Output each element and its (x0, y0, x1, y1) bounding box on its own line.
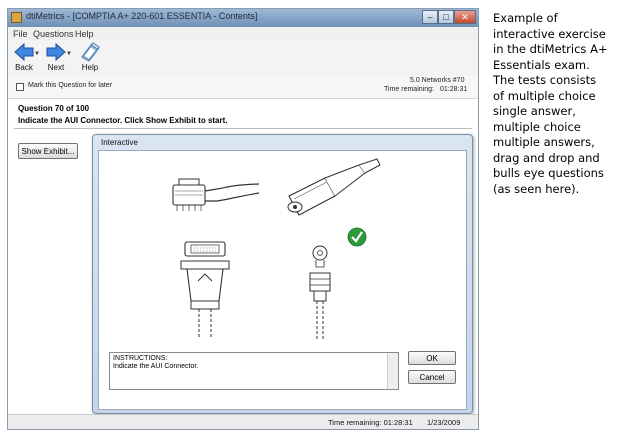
checkmark-icon (347, 227, 367, 247)
next-arrow-icon (46, 42, 66, 62)
close-button[interactable]: ✕ (454, 10, 476, 24)
question-info-bar: Mark this Question for later 5.0 Network… (8, 76, 478, 98)
question-text: Indicate the AUI Connector. Click Show E… (18, 116, 228, 125)
instructions-heading: INSTRUCTIONS: (113, 355, 168, 362)
title-bar[interactable]: dtiMetrics - [COMPTIA A+ 220-601 ESSENTI… (8, 9, 478, 27)
caption-line: (as seen here). (493, 181, 580, 196)
back-label: Back (15, 63, 33, 72)
menu-file[interactable]: File (13, 29, 28, 39)
caption-line: multiple choice (493, 119, 581, 134)
bnc-connector[interactable] (309, 245, 331, 339)
caption-line: Essentials exam. (493, 57, 590, 72)
rj45-connector[interactable] (172, 178, 260, 211)
app-icon (11, 12, 22, 23)
time-remaining-value: 01:28:31 (440, 86, 468, 93)
section-label: 5.0 Networks #70 (410, 77, 465, 84)
caption: Example of interactive exercise in the d… (493, 11, 633, 197)
fiber-connector[interactable] (287, 158, 381, 216)
time-remaining-label: Time remaining: (384, 86, 434, 93)
help-book-icon (81, 42, 100, 62)
menu-bar: File Questions Help (8, 27, 478, 40)
status-date: 1/23/2009 (427, 418, 461, 427)
caption-line: in the dtiMetrics A+ (493, 42, 608, 56)
maximize-button[interactable]: □ (438, 10, 454, 24)
cancel-button[interactable]: Cancel (408, 370, 456, 384)
back-dropdown-icon[interactable]: ▼ (34, 51, 40, 57)
aui-connector[interactable] (180, 241, 230, 339)
instructions-scrollbar[interactable] (387, 353, 398, 389)
caption-line: interactive exercise (493, 26, 606, 41)
back-button[interactable]: Back ▼ (9, 42, 40, 72)
question-header: Question 70 of 100 (18, 104, 90, 113)
interactive-dialog: Interactive INSTRUCTIONS: Indicate the A… (92, 134, 473, 414)
mark-question-checkbox[interactable] (16, 83, 24, 91)
status-bar: Time remaining: 01:28:31 1/23/2009 (8, 414, 478, 429)
next-button[interactable]: Next ▼ (41, 42, 72, 72)
caption-line: The tests consists (493, 73, 597, 87)
menu-questions[interactable]: Questions (33, 29, 74, 39)
caption-line: single answer, (493, 104, 576, 118)
exhibit-canvas: INSTRUCTIONS: Indicate the AUI Connector… (98, 150, 467, 410)
ok-button[interactable]: OK (408, 351, 456, 365)
show-exhibit-button[interactable]: Show Exhibit... (18, 143, 78, 159)
caption-line: Example of (493, 11, 558, 25)
toolbar: Back ▼ Next ▼ Help (8, 40, 478, 77)
caption-line: drag and drop and (493, 150, 600, 165)
menu-help[interactable]: Help (75, 29, 94, 39)
app-window: dtiMetrics - [COMPTIA A+ 220-601 ESSENTI… (7, 8, 479, 430)
instructions-box: INSTRUCTIONS: Indicate the AUI Connector… (109, 352, 399, 390)
minimize-button[interactable]: – (422, 10, 438, 24)
back-arrow-icon (14, 42, 34, 62)
dialog-title: Interactive (101, 138, 138, 147)
help-button[interactable]: Help (75, 42, 105, 72)
instructions-text: Indicate the AUI Connector. (113, 363, 199, 370)
caption-line: of multiple choice (493, 88, 596, 103)
window-title: dtiMetrics - [COMPTIA A+ 220-601 ESSENTI… (26, 11, 258, 21)
divider (14, 128, 472, 129)
next-dropdown-icon[interactable]: ▼ (66, 51, 72, 57)
caption-line: bulls eye questions (493, 166, 604, 180)
mark-question-label[interactable]: Mark this Question for later (28, 82, 112, 89)
help-label: Help (81, 63, 99, 72)
next-label: Next (47, 63, 65, 72)
caption-line: multiple answers, (493, 135, 595, 149)
status-time-remaining: Time remaining: 01:28:31 (328, 418, 413, 427)
